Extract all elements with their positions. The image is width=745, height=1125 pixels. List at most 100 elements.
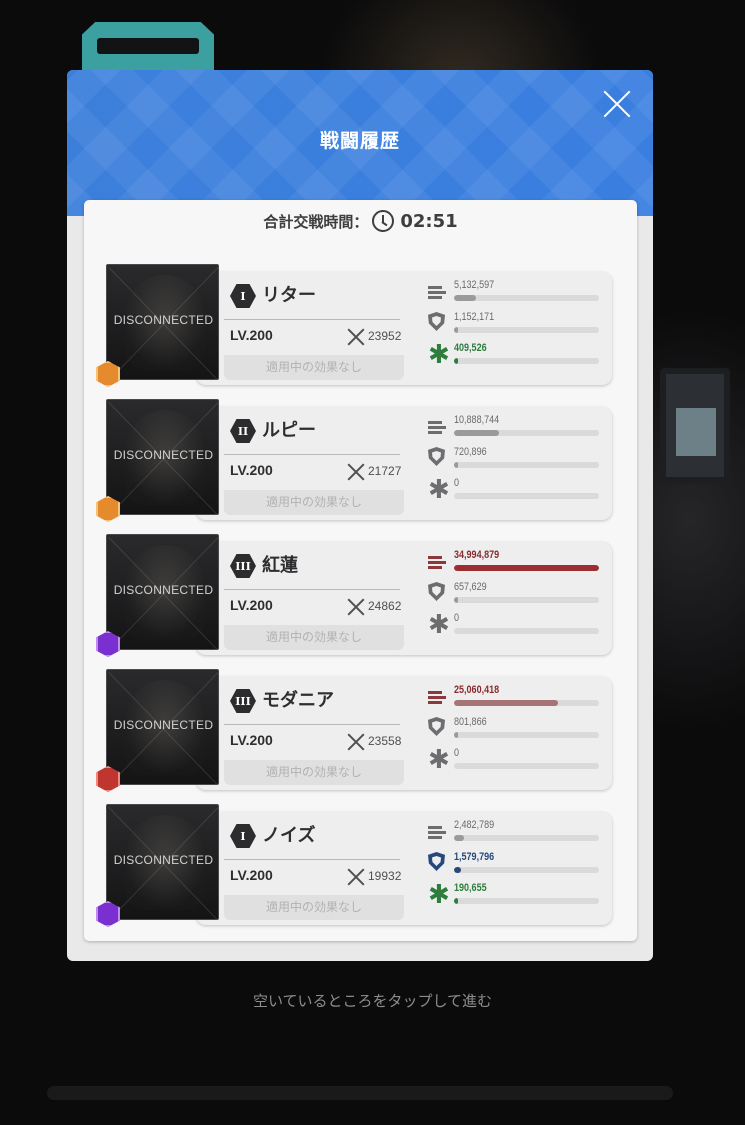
shield-bar-fill [454,597,459,603]
damage-icon [428,823,448,841]
heal-icon: ✱ [428,475,450,505]
combatant-row: DISCONNECTED I ノイズ LV.200 19932 適用中の効果なし… [96,804,612,927]
character-portrait: DISCONNECTED [106,264,219,380]
heal-bar [454,763,599,769]
combat-power: 23558 [368,734,402,748]
background-badge-plate [97,38,199,54]
status-label: DISCONNECTED [113,718,214,732]
background-device-screen [676,408,716,456]
heal-bar [454,898,599,904]
modal-header: 戦闘履歴 [67,70,653,216]
total-time-value: 02:51 [400,210,458,232]
character-portrait: DISCONNECTED [106,669,219,785]
heal-value: 409,526 [454,342,487,354]
crossed-swords-icon [347,328,365,346]
damage-bar [454,295,599,301]
character-portrait: DISCONNECTED [106,534,219,650]
heal-bar-fill [454,898,459,904]
character-name: 紅蓮 [262,555,298,576]
status-label: DISCONNECTED [113,853,214,867]
shield-bar [454,462,599,468]
character-name: ルピー [262,420,316,441]
damage-bar-fill [454,835,465,841]
combat-power: 23952 [368,329,402,343]
damage-value: 2,482,789 [454,819,495,831]
bottom-bar [47,1086,673,1100]
damage-bar [454,430,599,436]
shield-bar [454,327,599,333]
heal-bar [454,358,599,364]
effects-status: 適用中の効果なし [224,895,404,920]
damage-icon [428,553,448,571]
heal-bar [454,493,599,499]
shield-value: 1,579,796 [454,851,495,863]
heal-value: 190,655 [454,882,487,894]
damage-bar-fill [454,295,476,301]
damage-bar [454,565,599,571]
close-button[interactable] [601,88,633,120]
total-time: 合計交戦時間： 02:51 [84,208,637,234]
crossed-swords-icon [347,463,365,481]
combatant-row: DISCONNECTED III 紅蓮 LV.200 24862 適用中の効果な… [96,534,612,657]
character-level: LV.200 [230,732,273,748]
character-level: LV.200 [230,597,273,613]
effects-status: 適用中の効果なし [224,625,404,650]
character-portrait: DISCONNECTED [106,804,219,920]
crossed-swords-icon [347,733,365,751]
shield-bar [454,867,599,873]
heal-value: 0 [454,747,460,759]
heal-value: 0 [454,612,460,624]
battle-stats-panel: 合計交戦時間： 02:51 DISCONNECTED I リター LV.200 … [84,200,637,941]
character-name: リター [262,285,316,306]
damage-icon [428,688,448,706]
shield-bar [454,732,599,738]
combat-power: 21727 [368,464,402,478]
damage-bar [454,835,599,841]
damage-value: 10,888,744 [454,414,500,426]
clock-icon [372,210,395,232]
character-level: LV.200 [230,867,273,883]
combatant-row: DISCONNECTED I リター LV.200 23952 適用中の効果なし… [96,264,612,387]
damage-bar-fill [454,700,559,706]
character-portrait: DISCONNECTED [106,399,219,515]
damage-value: 5,132,597 [454,279,495,291]
effects-status: 適用中の効果なし [224,355,404,380]
divider [224,454,400,455]
combat-power: 19932 [368,869,402,883]
crossed-swords-icon [347,868,365,886]
damage-icon [428,418,448,436]
damage-bar-fill [454,430,499,436]
character-name: ノイズ [262,825,316,846]
shield-value: 1,152,171 [454,311,495,323]
shield-bar-fill [454,462,459,468]
divider [224,589,400,590]
modal-title: 戦闘履歴 [319,130,400,152]
heal-icon: ✱ [428,880,450,910]
status-label: DISCONNECTED [113,583,214,597]
shield-value: 720,896 [454,446,487,458]
heal-value: 0 [454,477,460,489]
shield-bar-fill [454,867,462,873]
heal-bar-fill [454,358,459,364]
shield-bar-fill [454,732,459,738]
character-level: LV.200 [230,462,273,478]
heal-icon: ✱ [428,610,450,640]
divider [224,859,400,860]
heal-bar [454,628,599,634]
tap-to-continue-hint[interactable]: 空いているところをタップして進む [0,990,745,1011]
heal-icon: ✱ [428,340,450,370]
shield-bar-fill [454,327,459,333]
heal-icon: ✱ [428,745,450,775]
combatant-row: DISCONNECTED II ルピー LV.200 21727 適用中の効果な… [96,399,612,522]
character-name: モダニア [262,690,334,711]
shield-bar [454,597,599,603]
divider [224,724,400,725]
combat-power: 24862 [368,599,402,613]
damage-value: 25,060,418 [454,684,500,696]
damage-bar-fill [454,565,599,571]
total-time-label: 合計交戦時間： [263,212,369,231]
damage-value: 34,994,879 [454,549,500,561]
status-label: DISCONNECTED [113,448,214,462]
character-level: LV.200 [230,327,273,343]
effects-status: 適用中の効果なし [224,490,404,515]
